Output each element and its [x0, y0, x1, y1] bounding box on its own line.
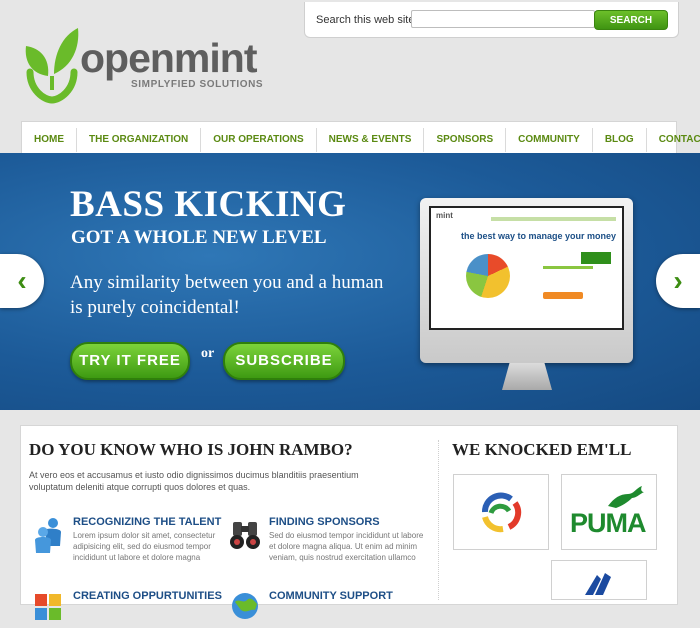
nav-item-contact[interactable]: CONTACT US — [647, 128, 700, 152]
nav-item-operations[interactable]: OUR OPERATIONS — [201, 128, 317, 152]
puzzle-icon — [35, 594, 61, 620]
adidas-stripes-icon — [585, 573, 611, 595]
brand-name: openmint — [80, 35, 257, 81]
sponsors-title: WE KNOCKED EM'LL — [452, 440, 632, 459]
puma-cat-icon — [608, 486, 644, 508]
monitor-screen: mint the best way to manage your money — [429, 206, 624, 330]
chevron-left-icon: ‹ — [17, 265, 27, 296]
search-box: Search this web site SEARCH — [304, 2, 679, 38]
nav-item-news-events[interactable]: NEWS & EVENTS — [317, 128, 425, 152]
pie-chart-icon — [466, 254, 510, 298]
about-title: DO YOU KNOW WHO IS JOHN RAMBO? — [29, 440, 353, 459]
nav-item-blog[interactable]: BLOG — [593, 128, 647, 152]
puma-logo-text: PUMA — [570, 508, 646, 538]
screen-bar — [543, 266, 593, 269]
or-label: or — [201, 346, 215, 361]
site-logo[interactable]: openmint SIMPLYFIED SOLUTIONS — [22, 24, 272, 104]
next-slide-button[interactable]: › — [656, 254, 700, 308]
feature-title: RECOGNIZING THE TALENT — [73, 516, 222, 528]
puma-logo: PUMA — [566, 482, 652, 542]
sponsor-logo-circle[interactable] — [453, 474, 549, 550]
feature-text: Sed do eiusmod tempor incididunt ut labo… — [269, 531, 424, 562]
banner-title: BASS KICKING — [70, 184, 347, 225]
prev-slide-button[interactable]: ‹ — [0, 254, 44, 308]
circle-logo-icon — [482, 492, 522, 533]
brand-tagline: SIMPLYFIED SOLUTIONS — [131, 79, 264, 90]
feature-title: COMMUNITY SUPPORT — [269, 590, 393, 602]
feature-text: Lorem ipsum dolor sit amet, consectetur … — [73, 531, 216, 562]
subscribe-button[interactable]: SUBSCRIBE — [223, 342, 345, 380]
try-free-button[interactable]: TRY IT FREE — [70, 342, 190, 380]
sponsors-section: WE KNOCKED EM'LL — [452, 440, 672, 460]
binoculars-icon — [230, 522, 260, 549]
search-label: Search this web site — [316, 14, 415, 26]
search-input[interactable] — [411, 10, 595, 28]
banner-text: Any similarity between you and a human i… — [70, 272, 384, 318]
people-icon — [35, 518, 61, 553]
about-text: At vero eos et accusamus et iusto odio d… — [29, 470, 359, 492]
feature-title: FINDING SPONSORS — [269, 516, 380, 528]
hero-banner: BASS KICKING GOT A WHOLE NEW LEVEL Any s… — [0, 153, 700, 410]
content-panel: DO YOU KNOW WHO IS JOHN RAMBO? At vero e… — [20, 425, 678, 620]
globe-icon — [232, 593, 258, 619]
chevron-right-icon: › — [673, 265, 683, 296]
search-button[interactable]: SEARCH — [594, 10, 668, 30]
nav-item-sponsors[interactable]: SPONSORS — [424, 128, 507, 152]
section-divider — [438, 440, 440, 600]
sponsor-logo-adidas[interactable] — [551, 560, 647, 600]
screen-nav — [491, 217, 616, 221]
feature-title: CREATING OPPURTUNITIES — [73, 590, 222, 602]
nav-item-home[interactable]: HOME — [22, 128, 77, 152]
screen-button — [543, 292, 583, 299]
leaf-logo-icon — [25, 28, 79, 104]
screen-brand: mint — [436, 211, 453, 220]
monitor-illustration: mint the best way to manage your money — [420, 198, 633, 393]
about-section: DO YOU KNOW WHO IS JOHN RAMBO? At vero e… — [29, 440, 434, 493]
screen-panel — [581, 252, 611, 264]
screen-tagline: the best way to manage your money — [461, 231, 617, 241]
nav-item-organization[interactable]: THE ORGANIZATION — [77, 128, 202, 152]
nav-item-community[interactable]: COMMUNITY — [506, 128, 593, 152]
sponsor-logo-puma[interactable]: PUMA — [561, 474, 657, 550]
banner-subtitle: GOT A WHOLE NEW LEVEL — [71, 227, 327, 248]
monitor-stand — [502, 363, 552, 390]
monitor-frame: mint the best way to manage your money — [420, 198, 633, 363]
